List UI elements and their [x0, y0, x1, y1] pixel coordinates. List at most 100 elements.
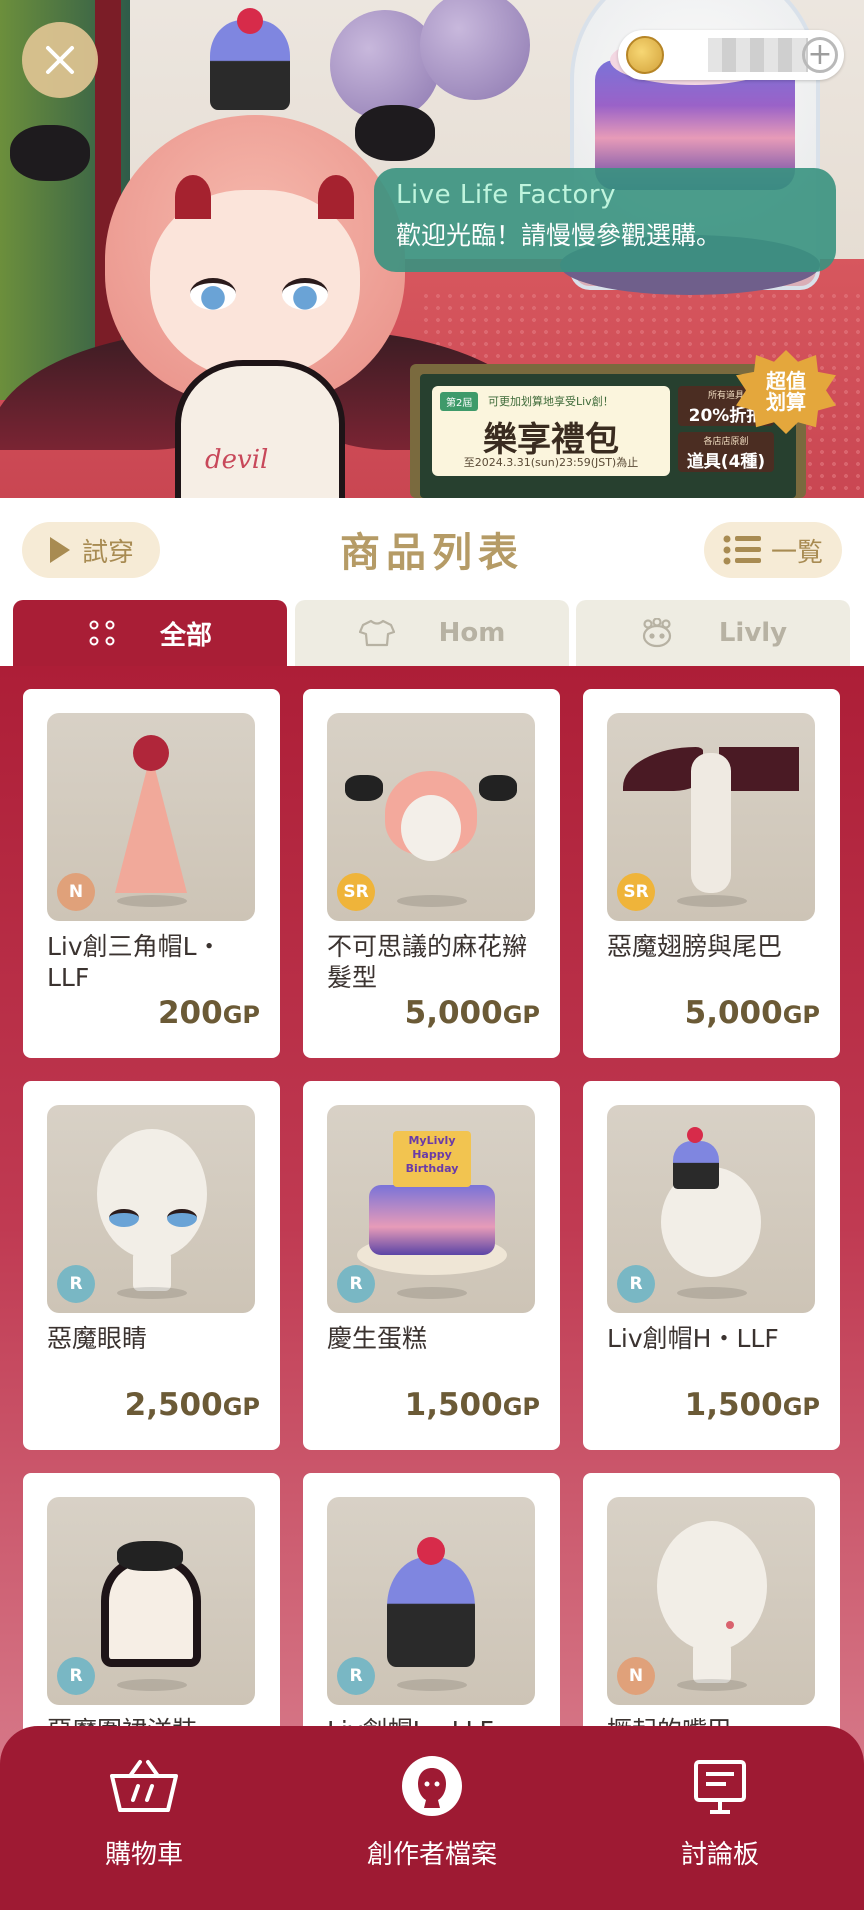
- neck-image: [133, 1251, 171, 1291]
- cake-sign-line: Birthday: [405, 1161, 459, 1175]
- rarity-badge: R: [57, 1657, 95, 1695]
- price-value: 5,000: [404, 995, 503, 1031]
- product-price: 5,000GP: [405, 995, 540, 1031]
- dress-text: devil: [205, 445, 269, 475]
- speech-speaker: Live Life Factory: [396, 180, 616, 210]
- mannequin-image: [691, 753, 731, 893]
- play-icon: [48, 535, 72, 565]
- category-tabs: 全部 Hom Livly: [0, 598, 864, 666]
- price-unit: GP: [782, 1393, 820, 1421]
- board-icon: [690, 1754, 750, 1818]
- nav-discussion-board[interactable]: 討論板: [610, 1754, 830, 1884]
- product-price: 1,500GP: [405, 1387, 540, 1423]
- rarity-badge: R: [337, 1265, 375, 1303]
- product-name: 惡魔翅膀與尾巴: [607, 932, 783, 961]
- starburst-text: 超值 划算: [766, 369, 806, 414]
- avatar-dress: [175, 360, 345, 498]
- item-shadow: [117, 895, 187, 907]
- face-blank-image: [401, 795, 461, 861]
- banner-date: 至2024.3.31(sun)23:59(JST)為止: [463, 456, 639, 469]
- tab-all[interactable]: 全部: [13, 600, 287, 666]
- product-thumbnail: N: [47, 713, 255, 921]
- product-card[interactable]: R 惡魔眼睛 2,500GP: [23, 1081, 280, 1450]
- tab-hom-label: Hom: [438, 618, 506, 648]
- rarity-badge: SR: [617, 873, 655, 911]
- product-card[interactable]: MyLivly Happy Birthday R 慶生蛋糕 1,500GP: [303, 1081, 560, 1450]
- product-card[interactable]: SR 惡魔翅膀與尾巴 5,000GP: [583, 689, 840, 1058]
- cake-sign-line: MyLivly: [408, 1134, 456, 1147]
- product-grid: N Liv創三角帽L・LLF 200GP SR 不可思議的麻花辮髮型 5,000…: [0, 666, 864, 1910]
- product-price: 1,500GP: [685, 1387, 820, 1423]
- item-shadow: [397, 1287, 467, 1299]
- product-price: 5,000GP: [685, 995, 820, 1031]
- hair-bow-image: [479, 775, 517, 801]
- shirt-icon: [358, 619, 395, 647]
- horn-right: [318, 175, 354, 219]
- currency-balance: +: [618, 30, 844, 80]
- hair-bow-image: [117, 1541, 183, 1571]
- try-on-button[interactable]: 試穿: [22, 522, 160, 578]
- banner-card: 第2屆 可更加划算地享受Liv創！ 樂享禮包 至2024.3.31(sun)23…: [432, 386, 670, 476]
- devil-eye-image: [167, 1209, 197, 1227]
- pout-mouth-image: [726, 1621, 734, 1629]
- hair-bow-image: [345, 775, 383, 801]
- product-thumbnail: SR: [607, 713, 815, 921]
- price-unit: GP: [502, 1001, 540, 1029]
- price-unit: GP: [222, 1393, 260, 1421]
- price-value: 5,000: [684, 995, 783, 1031]
- cake-sign-image: MyLivly Happy Birthday: [393, 1131, 471, 1187]
- nav-cart[interactable]: 購物車: [34, 1754, 254, 1884]
- cherry-image: [417, 1537, 445, 1565]
- nav-board-label: 討論板: [680, 1840, 759, 1870]
- pompom-image: [133, 735, 169, 771]
- item-shadow: [397, 1679, 467, 1691]
- product-thumbnail: N: [607, 1497, 815, 1705]
- product-card[interactable]: SR 不可思議的麻花辮髮型 5,000GP: [303, 689, 560, 1058]
- balloon: [420, 0, 530, 100]
- creator-avatar-icon: [400, 1754, 464, 1818]
- product-name: Liv創三角帽L・LLF: [47, 932, 222, 992]
- product-card[interactable]: R Liv創帽H・LLF 1,500GP: [583, 1081, 840, 1450]
- devil-eye-image: [109, 1209, 139, 1227]
- product-thumbnail: R: [327, 1497, 535, 1705]
- speech-message: 歡迎光臨！請慢慢參觀選購。: [396, 221, 722, 250]
- product-list-header: 試穿 商品列表 一覧: [0, 498, 864, 598]
- avatar-eye-right: [282, 278, 328, 310]
- product-name: 不可思議的麻花辮髮型: [327, 932, 528, 992]
- tab-all-label: 全部: [159, 620, 212, 651]
- nav-creator-label: 創作者檔案: [366, 1840, 497, 1870]
- product-thumbnail: SR: [327, 713, 535, 921]
- four-dots-icon: [88, 619, 116, 647]
- price-value: 2,500: [124, 1387, 223, 1423]
- product-price: 2,500GP: [125, 1387, 260, 1423]
- banner-items-small: 各店店原創: [703, 437, 749, 447]
- item-shadow: [397, 895, 467, 907]
- product-thumbnail: R: [47, 1497, 255, 1705]
- list-view-button[interactable]: 一覧: [704, 522, 842, 578]
- try-on-label: 試穿: [81, 537, 134, 568]
- hair-bow-left: [10, 125, 90, 181]
- list-icon: [723, 534, 761, 566]
- cupcake-hat-image: [673, 1141, 719, 1189]
- item-shadow: [117, 1679, 187, 1691]
- tab-hom[interactable]: Hom: [295, 600, 569, 666]
- product-thumbnail: MyLivly Happy Birthday R: [327, 1105, 535, 1313]
- close-button[interactable]: [22, 22, 98, 98]
- nav-creator-profile[interactable]: 創作者檔案: [322, 1754, 542, 1884]
- nav-cart-label: 購物車: [104, 1840, 183, 1870]
- party-hat-image: [115, 753, 187, 893]
- livly-face-icon: [639, 618, 675, 648]
- rarity-badge: SR: [337, 873, 375, 911]
- tab-livly[interactable]: Livly: [576, 600, 850, 666]
- product-price: 200GP: [158, 995, 260, 1031]
- bottom-navigation: 購物車 創作者檔案 討論板: [0, 1726, 864, 1910]
- close-icon: [46, 46, 74, 74]
- product-card[interactable]: N Liv創三角帽L・LLF 200GP: [23, 689, 280, 1058]
- rarity-badge: N: [57, 873, 95, 911]
- product-name: 惡魔眼睛: [47, 1324, 148, 1353]
- welcome-speech-bubble: Live Life Factory 歡迎光臨！請慢慢參觀選購。: [374, 168, 836, 272]
- add-currency-button[interactable]: +: [802, 37, 838, 73]
- cake-image: [369, 1185, 495, 1255]
- product-name: 慶生蛋糕: [327, 1324, 428, 1353]
- product-thumbnail: R: [47, 1105, 255, 1313]
